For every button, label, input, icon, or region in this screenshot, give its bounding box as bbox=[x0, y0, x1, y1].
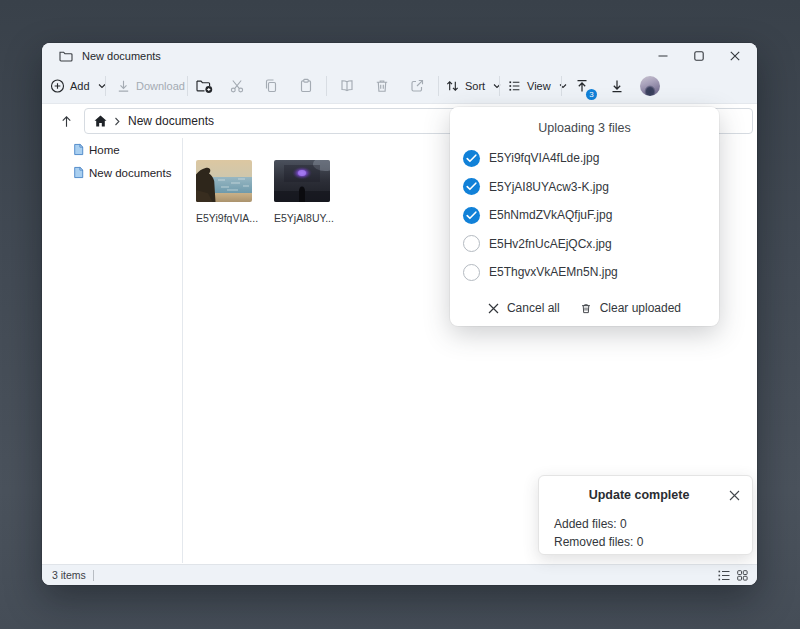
view-button-label: View bbox=[527, 80, 551, 92]
upload-progress-panel: Uploading 3 files E5Yi9fqVIA4fLde.jpg E5… bbox=[450, 107, 719, 326]
sidebar-item-new-documents[interactable]: New documents bbox=[42, 161, 182, 184]
toolbar-divider bbox=[438, 76, 439, 96]
titlebar: New documents bbox=[42, 43, 757, 68]
uploads-button[interactable]: 3 bbox=[574, 78, 590, 94]
toast-title: Update complete bbox=[553, 488, 725, 502]
avatar[interactable] bbox=[640, 76, 660, 96]
sidebar-item-label: Home bbox=[89, 144, 120, 156]
breadcrumb-current[interactable]: New documents bbox=[128, 114, 214, 128]
file-name: E5Yi9fqVIA... bbox=[196, 212, 252, 224]
folder-icon bbox=[59, 50, 73, 62]
file-manager-window: New documents Add bbox=[42, 43, 757, 585]
maximize-button[interactable] bbox=[693, 50, 705, 62]
view-button[interactable]: View bbox=[507, 78, 567, 93]
delete-button[interactable] bbox=[374, 78, 390, 94]
upload-panel-title: Uploading 3 files bbox=[450, 107, 719, 135]
sort-button-label: Sort bbox=[465, 80, 485, 92]
upload-item: E5ThgvxVkAEMn5N.jpg bbox=[450, 258, 719, 287]
downloads-button[interactable] bbox=[609, 78, 625, 94]
upload-file-name: E5Hv2fnUcAEjQCx.jpg bbox=[489, 237, 612, 251]
toast-removed-files: Removed files: 0 bbox=[554, 535, 752, 549]
grid-view-icon[interactable] bbox=[737, 570, 748, 581]
toolbar-divider bbox=[105, 76, 106, 96]
sidebar: Home New documents bbox=[42, 138, 183, 563]
pending-circle-icon bbox=[463, 264, 480, 281]
upload-count-badge: 3 bbox=[586, 89, 597, 100]
upload-file-name: E5ThgvxVkAEMn5N.jpg bbox=[489, 265, 618, 279]
sidebar-item-label: New documents bbox=[89, 167, 171, 179]
status-divider bbox=[93, 570, 94, 581]
download-button-label: Download bbox=[136, 80, 185, 92]
check-circle-icon bbox=[463, 150, 480, 167]
details-view-icon[interactable] bbox=[718, 570, 730, 581]
sidebar-item-home[interactable]: Home bbox=[42, 138, 182, 161]
check-circle-icon bbox=[463, 207, 480, 224]
home-icon[interactable] bbox=[94, 115, 107, 127]
upload-item: E5YjAI8UYAcw3-K.jpg bbox=[450, 173, 719, 202]
file-tile[interactable]: E5Yi9fqVIA... bbox=[196, 160, 252, 224]
minimize-button[interactable] bbox=[657, 50, 669, 62]
add-button[interactable]: Add bbox=[50, 78, 106, 93]
clear-uploaded-label: Clear uploaded bbox=[600, 301, 681, 315]
toast-close-icon[interactable] bbox=[729, 490, 740, 501]
toolbar-divider bbox=[561, 76, 562, 96]
file-thumbnail bbox=[196, 160, 252, 202]
copy-button[interactable] bbox=[263, 78, 279, 94]
toolbar: Add Download bbox=[42, 68, 757, 104]
toolbar-divider bbox=[499, 76, 500, 96]
chevron-down-icon bbox=[559, 83, 567, 88]
cancel-all-button[interactable]: Cancel all bbox=[488, 301, 560, 315]
toolbar-divider bbox=[326, 76, 327, 96]
upload-file-name: E5Yi9fqVIA4fLde.jpg bbox=[489, 151, 599, 165]
update-toast: Update complete Added files: 0 Removed f… bbox=[538, 475, 753, 555]
download-button[interactable]: Download bbox=[116, 78, 185, 93]
breadcrumb-chevron-icon bbox=[114, 117, 121, 126]
check-circle-icon bbox=[463, 178, 480, 195]
upload-item: E5hNmdZVkAQfjuF.jpg bbox=[450, 201, 719, 230]
rename-button[interactable] bbox=[339, 78, 355, 94]
file-name: E5YjAI8UY... bbox=[274, 212, 330, 224]
paste-button[interactable] bbox=[298, 78, 314, 94]
items-count: 3 items bbox=[52, 569, 86, 581]
window-title: New documents bbox=[82, 50, 161, 62]
share-button[interactable] bbox=[409, 78, 425, 94]
file-thumbnail bbox=[274, 160, 330, 202]
navigate-up-button[interactable] bbox=[55, 114, 77, 129]
pending-circle-icon bbox=[463, 235, 480, 252]
close-button[interactable] bbox=[729, 50, 741, 62]
toast-added-files: Added files: 0 bbox=[554, 517, 752, 531]
sort-button[interactable]: Sort bbox=[445, 78, 501, 93]
upload-item: E5Hv2fnUcAEjQCx.jpg bbox=[450, 230, 719, 259]
cancel-all-label: Cancel all bbox=[507, 301, 560, 315]
add-button-label: Add bbox=[70, 80, 90, 92]
upload-file-name: E5YjAI8UYAcw3-K.jpg bbox=[489, 180, 609, 194]
cut-button[interactable] bbox=[229, 78, 245, 94]
clear-uploaded-button[interactable]: Clear uploaded bbox=[580, 301, 681, 315]
file-tile[interactable]: E5YjAI8UY... bbox=[274, 160, 330, 224]
status-bar: 3 items bbox=[42, 564, 757, 585]
upload-item: E5Yi9fqVIA4fLde.jpg bbox=[450, 144, 719, 173]
upload-file-name: E5hNmdZVkAQfjuF.jpg bbox=[489, 208, 612, 222]
new-folder-button[interactable] bbox=[196, 78, 213, 93]
toolbar-divider bbox=[187, 76, 188, 96]
